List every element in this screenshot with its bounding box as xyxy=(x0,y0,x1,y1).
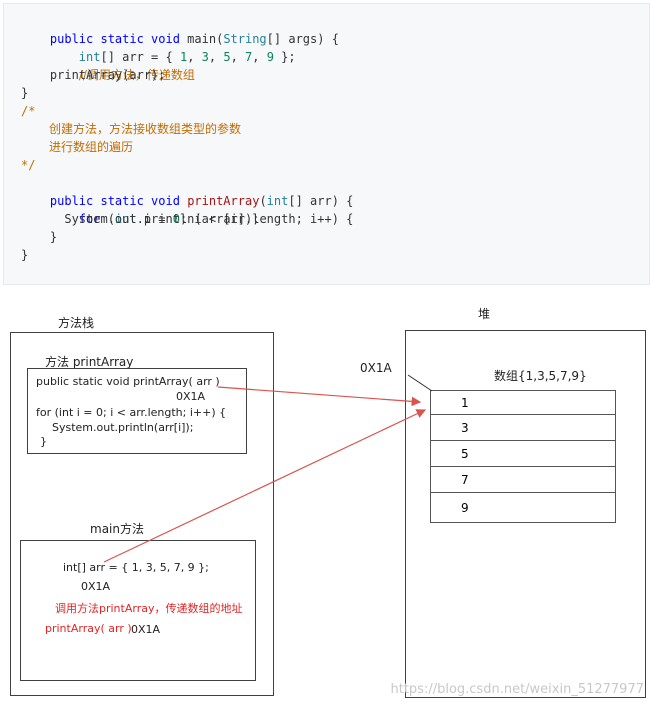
reference-arrows xyxy=(103,374,433,563)
watermark: https://blog.csdn.net/weixin_51277977 xyxy=(390,682,644,697)
heap-address-pointer xyxy=(407,374,433,392)
printArray-reference-arrow xyxy=(217,386,422,407)
main-reference-arrow xyxy=(103,409,427,563)
